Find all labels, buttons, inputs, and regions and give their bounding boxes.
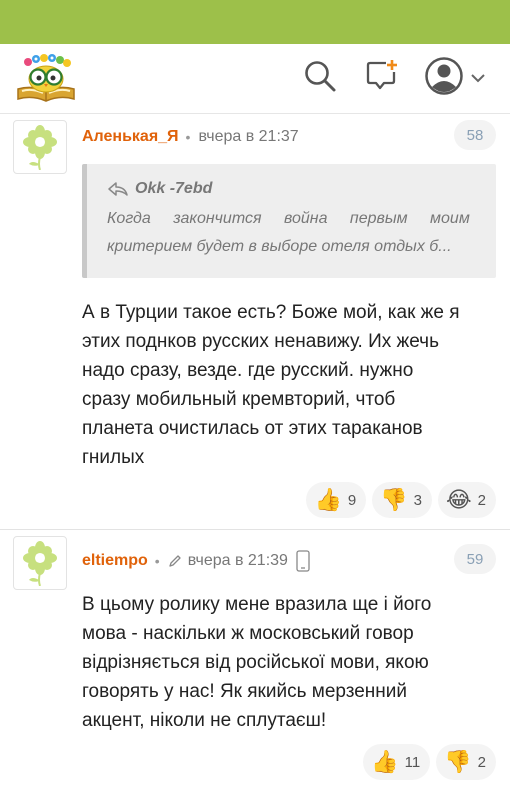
- comment-line: надо сразу, везде. где русский. нужно: [82, 360, 414, 381]
- quote-author-name: Okk -7ebd: [135, 180, 213, 197]
- comment-author[interactable]: Аленькая_Я: [82, 128, 179, 146]
- comment-meta: Аленькая_Я • вчера в 21:37: [82, 126, 299, 148]
- profile-menu-button[interactable]: [420, 56, 490, 101]
- comment-line: В цьому ролику мене вразила ще і його: [82, 594, 432, 615]
- quote-author: Okk -7ebd: [107, 177, 476, 201]
- owl-on-book-logo[interactable]: [14, 53, 78, 105]
- comment-number-badge[interactable]: 58: [454, 120, 496, 150]
- avatar[interactable]: [13, 120, 67, 174]
- comment-time[interactable]: вчера в 21:39: [188, 552, 288, 570]
- comment-line: планета очистилась от этих тараканов: [82, 418, 423, 439]
- comment-item: Аленькая_Я • вчера в 21:37 58 Okk -7ebd …: [0, 116, 510, 530]
- comment-line: акцент, ніколи не сплутаєш!: [82, 710, 327, 731]
- like-count: 9: [347, 491, 357, 509]
- comment-plus-icon: [364, 58, 400, 99]
- reply-arrow-icon: [107, 181, 129, 197]
- flower-avatar-icon: [23, 541, 57, 586]
- quote-line: критерием будет в выборе отеля отдых б..…: [107, 238, 452, 255]
- laugh-button[interactable]: 😂 2: [437, 482, 496, 518]
- avatar[interactable]: [13, 536, 67, 590]
- thumbs-up-icon: 👍: [371, 749, 399, 774]
- search-icon: [303, 59, 337, 98]
- comment-line: відрізняється від російської мови, якою: [82, 652, 429, 673]
- comment-body: В цьому ролику мене вразила ще і його мо…: [82, 590, 502, 735]
- comment-line: мова - наскільки ж московський говор: [82, 623, 414, 644]
- like-count: 11: [404, 753, 421, 771]
- mobile-phone-icon: [296, 550, 310, 572]
- like-button[interactable]: 👍 11: [363, 744, 431, 780]
- new-comment-button[interactable]: [362, 58, 402, 98]
- comment-item: eltiempo • вчера в 21:39 59 В цьому роли…: [0, 532, 510, 800]
- laugh-count: 2: [477, 491, 486, 509]
- separator-dot: •: [154, 553, 160, 569]
- reactions-bar: 👍 11 👎 2: [363, 744, 496, 780]
- comment-line: говорять у нас! Як якийсь мерзенний: [82, 681, 408, 702]
- chevron-down-icon: [470, 72, 486, 84]
- separator-dot: •: [185, 129, 191, 145]
- comment-line: А в Турции такое есть? Боже мой, как же …: [82, 302, 460, 323]
- comment-body: А в Турции такое есть? Боже мой, как же …: [82, 298, 502, 472]
- laughing-face-icon: 😂: [445, 487, 472, 512]
- comment-author[interactable]: eltiempo: [82, 552, 148, 570]
- site-header: [0, 44, 510, 114]
- dislike-button[interactable]: 👎 2: [436, 744, 496, 780]
- comment-line: этих поднков русских ненавижу. Их жечь: [82, 331, 439, 352]
- comment-time[interactable]: вчера в 21:37: [198, 128, 298, 146]
- flower-avatar-icon: [23, 125, 57, 170]
- like-button[interactable]: 👍 9: [306, 482, 367, 518]
- reactions-bar: 👍 9 👎 3 😂 2: [306, 482, 496, 518]
- quote-line: Когда закончится война первым моим: [107, 210, 470, 227]
- comment-meta: eltiempo • вчера в 21:39: [82, 550, 310, 572]
- thumbs-down-icon: 👎: [444, 749, 472, 774]
- thumbs-down-icon: 👎: [380, 487, 408, 512]
- thumbs-up-icon: 👍: [314, 487, 342, 512]
- dislike-count: 2: [477, 753, 486, 771]
- quote-text: Когда закончится война первым моим крите…: [107, 205, 476, 261]
- dislike-button[interactable]: 👎 3: [372, 482, 432, 518]
- pencil-icon: [168, 554, 182, 568]
- top-status-bar: [0, 0, 510, 44]
- comment-number-badge[interactable]: 59: [454, 544, 496, 574]
- comment-line: сразу мобильный кремвторий, чтоб: [82, 389, 396, 410]
- quoted-comment[interactable]: Okk -7ebd Когда закончится война первым …: [82, 164, 496, 278]
- comment-line: гнилых: [82, 447, 145, 468]
- search-button[interactable]: [300, 58, 340, 98]
- user-icon: [424, 56, 464, 101]
- dislike-count: 3: [413, 491, 422, 509]
